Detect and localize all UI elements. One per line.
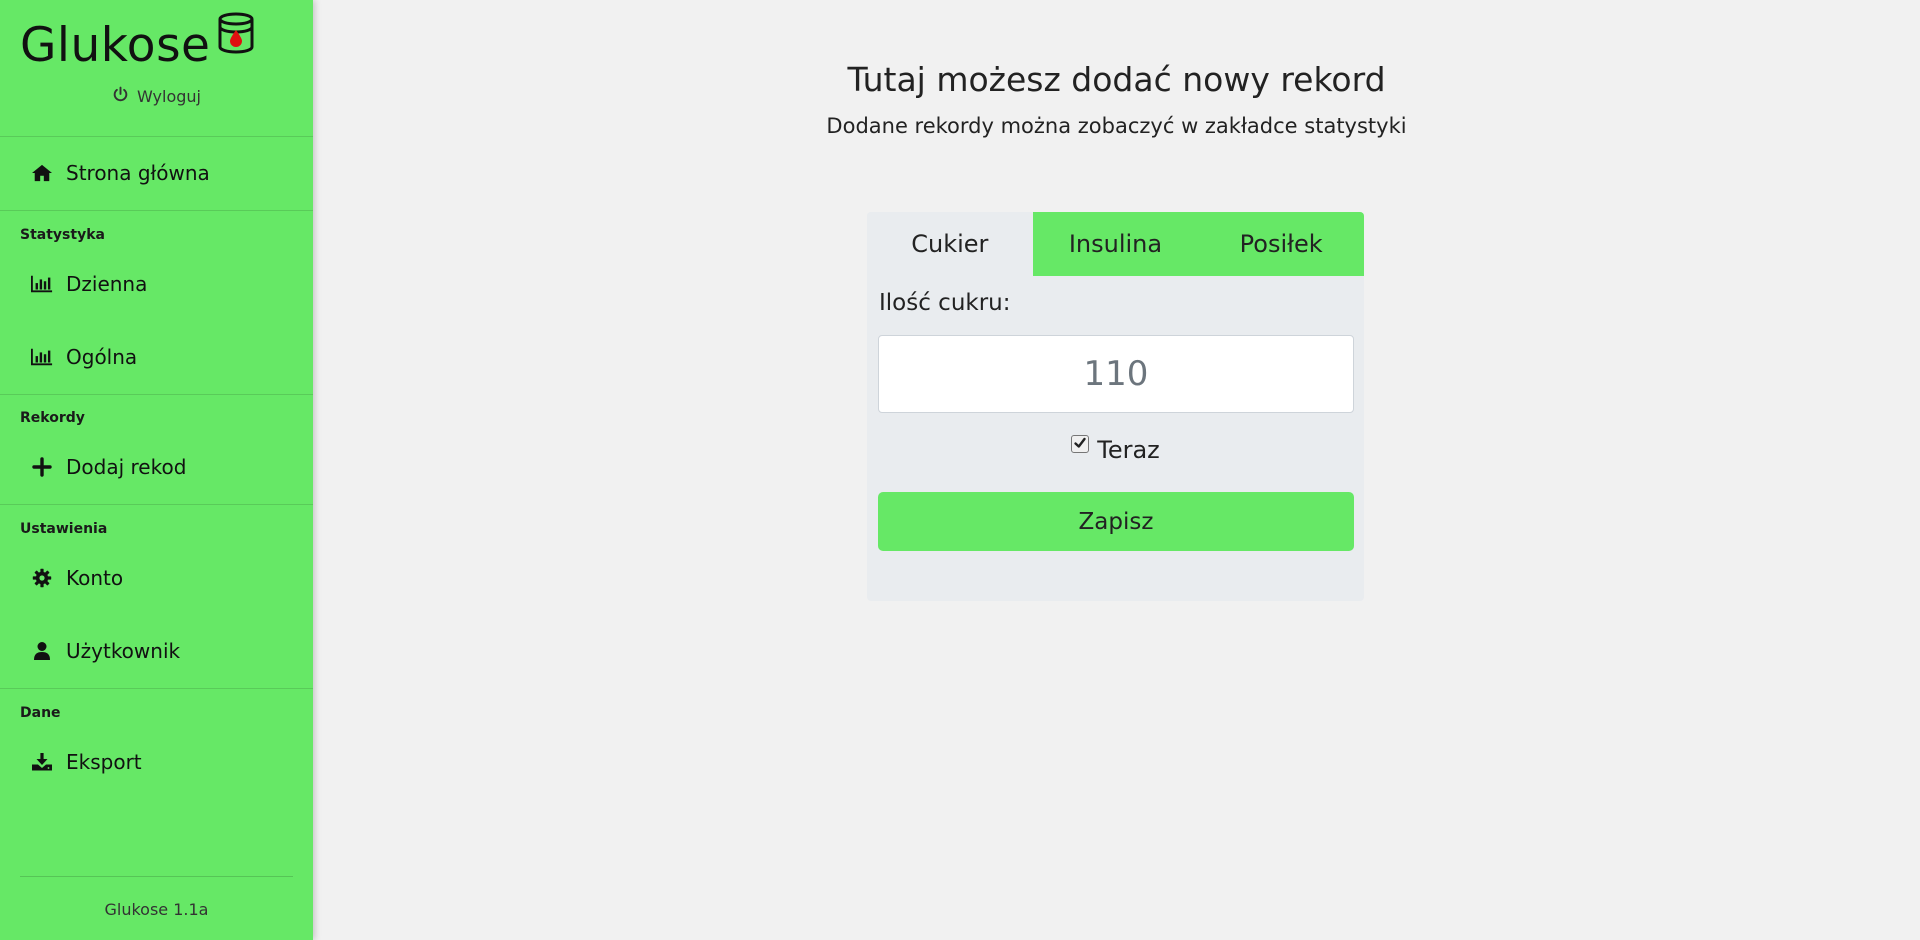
sidebar-item-label: Dzienna: [66, 272, 148, 296]
tab-insulina[interactable]: Insulina: [1032, 212, 1199, 276]
section-heading-statystyka: Statystyka: [20, 227, 105, 243]
app-title: Glukose: [20, 17, 211, 73]
logout-label: Wyloguj: [137, 87, 201, 106]
sidebar-item-label: Strona główna: [66, 161, 210, 185]
now-label[interactable]: Teraz: [1097, 436, 1160, 464]
footer-divider: [20, 876, 293, 877]
tab-cukier[interactable]: Cukier: [867, 212, 1033, 276]
sidebar-divider: [0, 210, 313, 211]
save-button[interactable]: Zapisz: [878, 492, 1354, 551]
sidebar-item-label: Dodaj rekod: [66, 455, 187, 479]
page-title: Tutaj możesz dodać nowy rekord: [847, 60, 1386, 99]
logout-button[interactable]: Wyloguj: [0, 86, 313, 107]
bar-chart-icon: [30, 346, 54, 368]
sidebar-item-uzytkownik[interactable]: Użytkownik: [30, 635, 180, 667]
sidebar-item-ogolna[interactable]: Ogólna: [30, 341, 137, 373]
tab-posilek[interactable]: Posiłek: [1198, 212, 1364, 276]
sidebar: Glukose Wyloguj Strona główna Statystyka…: [0, 0, 313, 940]
sidebar-item-dzienna[interactable]: Dzienna: [30, 268, 147, 300]
sidebar-item-eksport[interactable]: Eksport: [30, 746, 142, 778]
sidebar-item-dodaj-rekord[interactable]: Dodaj rekod: [30, 451, 186, 483]
sidebar-divider: [0, 394, 313, 395]
plus-icon: [30, 456, 54, 478]
glucose-logo-icon: [216, 12, 256, 54]
add-record-card: Cukier Insulina Posiłek Ilość cukru: Ter…: [867, 212, 1364, 601]
now-checkbox-row: Teraz: [867, 435, 1364, 464]
sidebar-item-label: Ogólna: [66, 345, 138, 369]
sidebar-divider: [0, 504, 313, 505]
now-checkbox[interactable]: [1071, 435, 1090, 454]
sidebar-item-home[interactable]: Strona główna: [30, 157, 210, 189]
home-icon: [30, 162, 54, 184]
sidebar-divider: [0, 688, 313, 689]
record-type-tabs: Cukier Insulina Posiłek: [867, 212, 1364, 276]
sidebar-item-label: Konto: [66, 566, 124, 590]
section-heading-ustawienia: Ustawienia: [20, 521, 108, 537]
bar-chart-icon: [30, 273, 54, 295]
user-icon: [30, 640, 54, 662]
checkmark-icon: [1073, 435, 1087, 454]
sugar-amount-label: Ilość cukru:: [879, 290, 1011, 316]
gear-icon: [30, 567, 54, 589]
power-icon: [112, 86, 129, 107]
sidebar-item-konto[interactable]: Konto: [30, 562, 123, 594]
download-icon: [30, 751, 54, 773]
sidebar-item-label: Eksport: [66, 750, 142, 774]
version-label: Glukose 1.1a: [104, 900, 209, 919]
section-heading-dane: Dane: [20, 705, 61, 721]
sugar-amount-input[interactable]: [878, 335, 1354, 413]
section-heading-rekordy: Rekordy: [20, 410, 85, 426]
sidebar-divider: [0, 136, 313, 137]
page-subtitle: Dodane rekordy można zobaczyć w zakładce…: [826, 114, 1407, 138]
sidebar-item-label: Użytkownik: [66, 639, 181, 663]
